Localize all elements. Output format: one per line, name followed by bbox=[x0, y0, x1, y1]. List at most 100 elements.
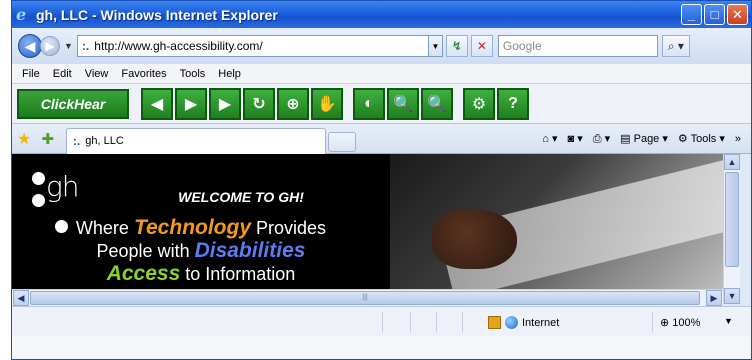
tab-bar: ★ ✚ :. gh, LLC ⌂ ▾ ◙ ▾ ⎙ ▾ ▤ Page ▾ ⚙ To… bbox=[12, 124, 751, 154]
zoom-out-button[interactable]: 🔍 bbox=[421, 87, 453, 120]
horizontal-scroll-thumb[interactable]: ||| bbox=[30, 291, 700, 305]
hand-icon: ✋ bbox=[317, 95, 337, 113]
minimize-button[interactable]: _ bbox=[681, 4, 702, 25]
status-divider bbox=[436, 312, 437, 332]
target-icon: ⊕ bbox=[286, 95, 300, 113]
stop-button[interactable]: ✕ bbox=[470, 35, 493, 57]
welcome-heading: WELCOME TO GH! bbox=[178, 189, 304, 205]
page-content: gh WELCOME TO GH! Where Technology Provi… bbox=[12, 154, 723, 289]
status-divider bbox=[462, 312, 463, 332]
window-bottom-edge bbox=[12, 336, 751, 359]
tagline-line-2: People with Disabilities bbox=[12, 239, 390, 263]
tagline-text: Where bbox=[75, 218, 134, 238]
page-icon: :. bbox=[81, 39, 90, 53]
feeds-icon[interactable]: ◙ ▾ bbox=[568, 132, 583, 145]
forward-button[interactable]: ▶ bbox=[40, 36, 60, 56]
close-button[interactable]: ✕ bbox=[727, 4, 748, 25]
hand-button[interactable]: ✋ bbox=[311, 87, 343, 120]
logo-dot bbox=[32, 194, 45, 207]
settings-button[interactable]: ⚙ bbox=[463, 87, 495, 120]
page-icon: :. bbox=[72, 134, 81, 148]
search-button[interactable]: ⌕ ▾ bbox=[661, 35, 690, 57]
tools-menu-label: Tools bbox=[690, 133, 717, 145]
menu-file[interactable]: File bbox=[22, 68, 40, 80]
page-menu-icon: ▤ bbox=[620, 133, 634, 145]
zoom-dropdown-icon[interactable]: ▼ bbox=[724, 316, 733, 326]
clickhear-button[interactable]: ClickHear bbox=[17, 88, 129, 119]
overflow-chevron-icon[interactable]: » bbox=[735, 133, 741, 145]
play-icon: ▶ bbox=[184, 95, 198, 113]
globe-icon bbox=[505, 316, 518, 329]
status-divider bbox=[382, 312, 383, 332]
scroll-up-button[interactable]: ▲ bbox=[724, 154, 740, 170]
logo-dot bbox=[32, 172, 45, 185]
settings-icon: ⚙ bbox=[471, 95, 487, 113]
status-divider bbox=[410, 312, 411, 332]
tagline-text: Provides bbox=[251, 218, 327, 238]
menu-help[interactable]: Help bbox=[218, 68, 241, 80]
page-menu[interactable]: ▤ Page ▾ bbox=[620, 132, 668, 145]
menu-bar: File Edit View Favorites Tools Help bbox=[12, 64, 751, 84]
vertical-scrollbar[interactable]: ▲ ▼ bbox=[723, 154, 740, 304]
menu-tools[interactable]: Tools bbox=[180, 68, 206, 80]
window-controls: _ □ ✕ bbox=[681, 4, 748, 25]
scroll-down-button[interactable]: ▼ bbox=[724, 288, 740, 304]
page-menu-label: Page bbox=[633, 133, 660, 145]
target-button[interactable]: ⊕ bbox=[277, 87, 309, 120]
clickhear-toolbar: ClickHear ◀ ▶ ▶ ↻ ⊕ ✋ ◐ 🔍 🔍 ⚙ ? bbox=[12, 84, 751, 124]
vertical-scroll-thumb[interactable] bbox=[725, 172, 739, 267]
recent-pages-dropdown-icon[interactable]: ▼ bbox=[64, 41, 73, 51]
url-input[interactable]: :. http://www.gh-accessibility.com/ bbox=[76, 35, 429, 57]
tab-gh-llc[interactable]: :. gh, LLC bbox=[65, 127, 326, 154]
security-zone[interactable]: Internet bbox=[488, 316, 559, 329]
tagline-text: to Information bbox=[180, 264, 296, 284]
help-button[interactable]: ? bbox=[497, 87, 529, 120]
refresh-speech-button[interactable]: ↻ bbox=[243, 87, 275, 120]
search-placeholder: Google bbox=[502, 39, 542, 53]
scroll-right-button[interactable]: ▶ bbox=[706, 290, 722, 306]
tools-menu-icon: ⚙ bbox=[677, 133, 691, 145]
menu-favorites[interactable]: Favorites bbox=[121, 68, 166, 80]
title-bar[interactable]: e gh, LLC - Windows Internet Explorer _ … bbox=[12, 1, 751, 28]
contrast-icon: ◐ bbox=[364, 94, 374, 112]
add-favorites-icon[interactable]: ✚ bbox=[41, 130, 54, 148]
reading-hand bbox=[432, 209, 517, 269]
search-input[interactable]: Google bbox=[497, 35, 658, 57]
next-icon: ▶ bbox=[218, 95, 232, 113]
play-button[interactable]: ▶ bbox=[175, 87, 207, 120]
browser-window: e gh, LLC - Windows Internet Explorer _ … bbox=[11, 0, 752, 360]
command-bar: ⌂ ▾ ◙ ▾ ⎙ ▾ ▤ Page ▾ ⚙ Tools ▾ » bbox=[542, 132, 751, 146]
tagline-text: People with bbox=[96, 241, 195, 261]
tools-menu[interactable]: ⚙ Tools ▾ bbox=[678, 132, 725, 145]
zoom-icon: ⊕ bbox=[660, 317, 670, 329]
next-button[interactable]: ▶ bbox=[209, 87, 241, 120]
contrast-button[interactable]: ◐ bbox=[353, 87, 385, 120]
prev-icon: ◀ bbox=[150, 95, 164, 113]
menu-edit[interactable]: Edit bbox=[53, 68, 72, 80]
maximize-button[interactable]: □ bbox=[704, 4, 725, 25]
zoom-out-icon: 🔍 bbox=[427, 95, 447, 113]
horizontal-scrollbar[interactable]: ◀ ||| ▶ bbox=[12, 289, 723, 306]
status-divider bbox=[652, 312, 653, 332]
zoom-level[interactable]: ⊕ 100% bbox=[660, 316, 700, 329]
zoom-in-button[interactable]: 🔍 bbox=[387, 87, 419, 120]
search-icon: ⌕ ▾ bbox=[667, 38, 684, 53]
tagline-disabilities: Disabilities bbox=[194, 239, 306, 262]
print-icon[interactable]: ⎙ ▾ bbox=[593, 132, 610, 146]
scroll-left-button[interactable]: ◀ bbox=[13, 290, 29, 306]
url-text: http://www.gh-accessibility.com/ bbox=[94, 39, 263, 53]
address-bar: ◀ ▶ ▼ :. http://www.gh-accessibility.com… bbox=[12, 28, 751, 64]
favorites-star-icon[interactable]: ★ bbox=[17, 129, 31, 149]
protected-mode-icon bbox=[488, 316, 501, 329]
back-button[interactable]: ◀ bbox=[18, 34, 42, 58]
prev-button[interactable]: ◀ bbox=[141, 87, 173, 120]
new-tab-button[interactable] bbox=[327, 131, 356, 152]
ie-logo-icon: e bbox=[16, 4, 27, 24]
refresh-icon: ↻ bbox=[252, 95, 266, 113]
home-icon[interactable]: ⌂ ▾ bbox=[542, 132, 557, 145]
zoom-value: 100% bbox=[672, 317, 701, 329]
url-dropdown-icon[interactable]: ▼ bbox=[428, 35, 443, 57]
refresh-button[interactable]: ↯ bbox=[445, 35, 468, 57]
tagline-line-3: Access to Information bbox=[12, 262, 390, 286]
menu-view[interactable]: View bbox=[85, 68, 109, 80]
